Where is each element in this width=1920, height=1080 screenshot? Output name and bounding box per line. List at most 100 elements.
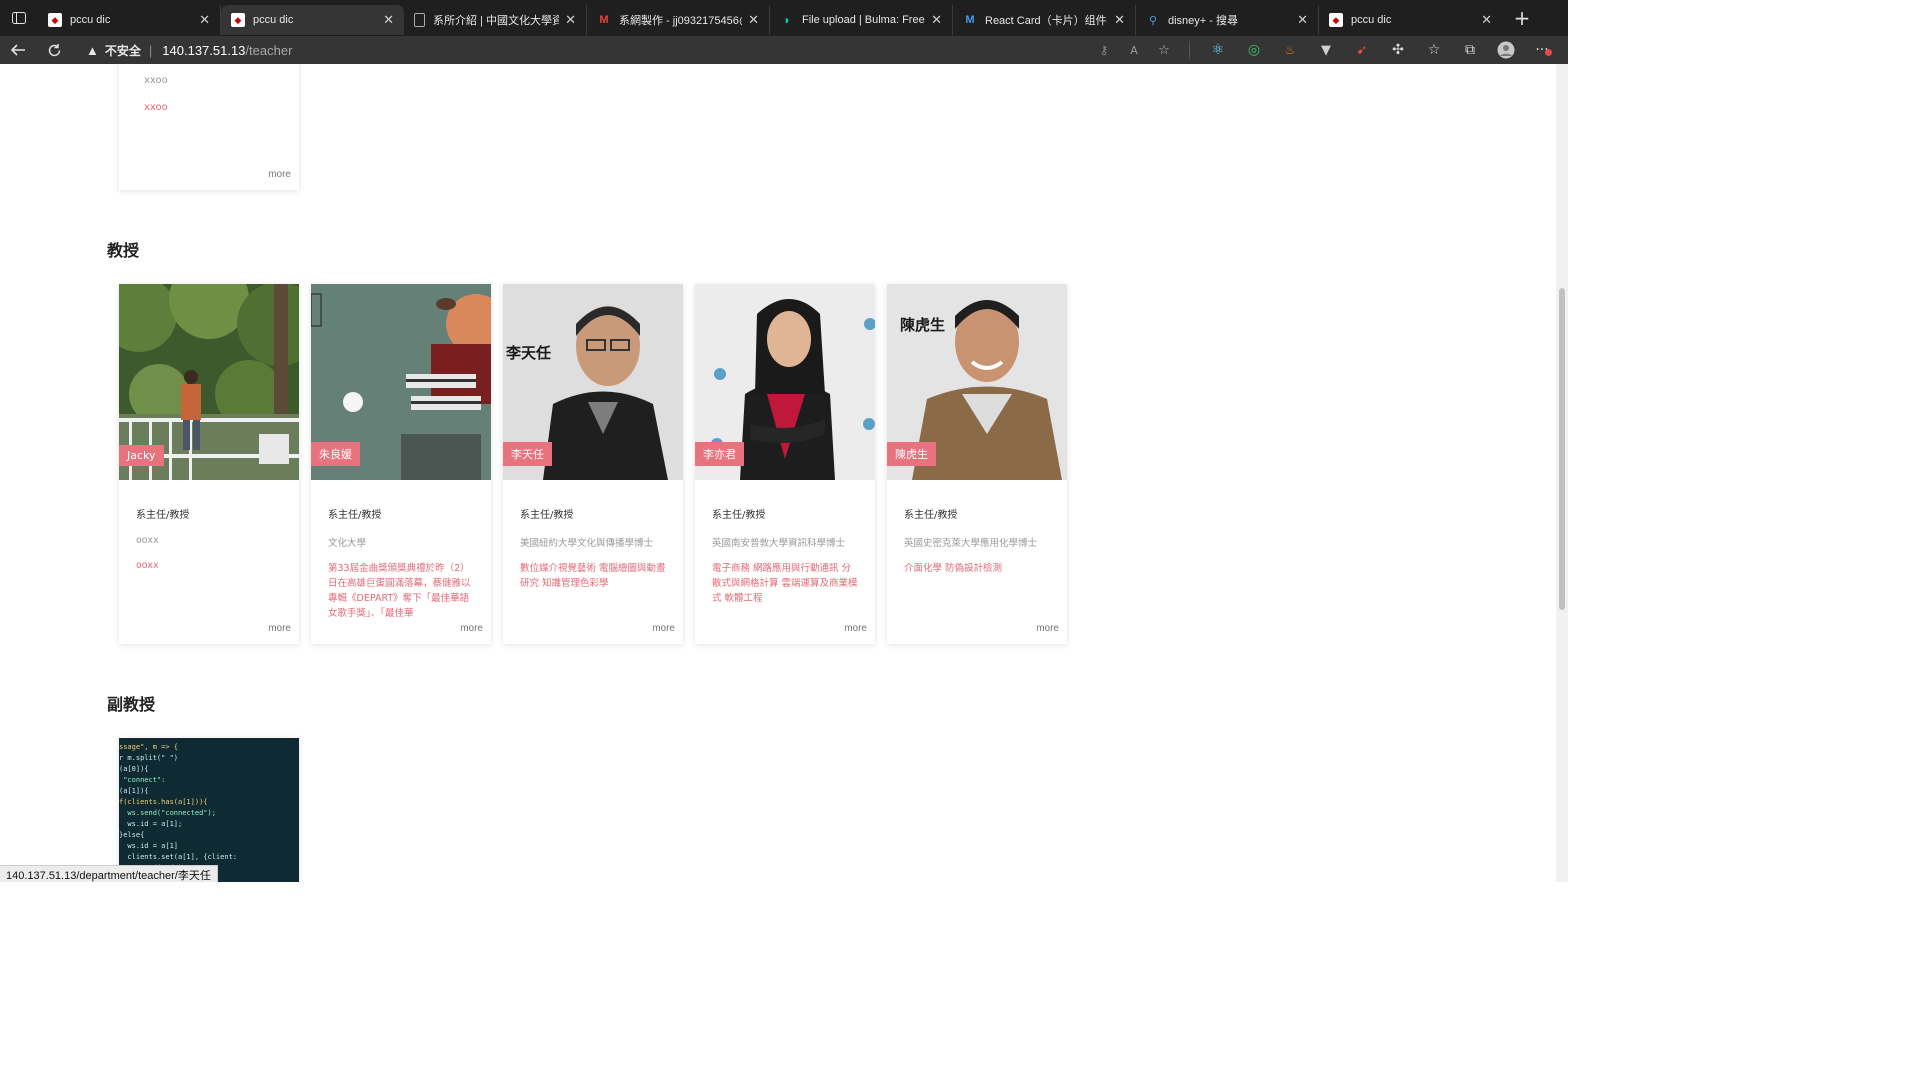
teacher-specialty: 電子商務 網路應用與行動通訊 分散式與網格計算 雲端運算及商業模式 軟體工程 [712,563,858,604]
teacher-edu: 英國史密克萊大學應用化學博士 [904,538,1038,549]
teacher-title: 系主任/教授 [520,510,574,521]
close-tab-icon[interactable]: ✕ [383,12,394,28]
teacher-card[interactable]: 陳虎生 陳虎生 系主任/教授 英國史密克萊大學應用化學博士 介面化學 防偽設計檢… [887,284,1067,644]
teacher-specialty: ooxx [136,560,159,571]
teacher-edu: 美國紐約大學文化與傳播學博士 [520,538,654,549]
sidebar-icon [12,12,26,24]
page-icon [414,13,425,27]
close-tab-icon[interactable]: ✕ [1481,12,1492,28]
tab-bulma[interactable]: ◗ File upload | Bulma: Free, op ✕ [770,5,953,35]
code-line: ws.id = a[1]; [119,820,183,828]
teacher-card[interactable]: 李亦君 系主任/教授 英國南安普敦大學資訊科學博士 電子商務 網路應用與行動通訊… [695,284,875,644]
teacher-name-tag: 李亦君 [695,442,744,466]
close-tab-icon[interactable]: ✕ [1297,12,1308,28]
extension-orange-button[interactable]: ♨ [1272,36,1308,64]
tab-gmail[interactable]: M 系網製作 - jj0932175456@gm ✕ [587,5,770,35]
url-separator: | [148,42,153,58]
react-devtools-button[interactable]: ⚛ [1200,36,1236,64]
key-button[interactable]: ⚷ [1089,36,1119,64]
close-tab-icon[interactable]: ✕ [1114,12,1125,28]
scrollbar-thumb[interactable] [1559,288,1565,610]
teacher-name-tag: 陳虎生 [887,442,936,466]
more-link[interactable]: more [460,623,483,634]
teacher-card[interactable]: 朱良媛 系主任/教授 文化大學 第33屆金曲獎頒獎典禮於昨（2）日在高雄巨蛋圓滿… [311,284,491,644]
tab-actions-button[interactable] [0,0,38,36]
favorites-button[interactable]: ☆ [1416,36,1452,64]
teacher-title: 系主任/教授 [712,510,766,521]
favorites-icon: ☆ [1427,42,1441,58]
section-heading-professors: 教授 [107,241,140,260]
teacher-card-top[interactable]: xxoo xxoo more [119,64,299,190]
reload-button[interactable] [36,36,72,64]
close-tab-icon[interactable]: ✕ [748,12,759,28]
close-tab-icon[interactable]: ✕ [565,12,576,28]
tab-pccu-active[interactable]: ◆ pccu dic ✕ [221,5,404,35]
teacher-edu: xxoo [144,75,168,86]
code-line: ws.send("connected"); [119,809,216,817]
url-host[interactable]: 140.137.51.13 [162,43,245,58]
more-link[interactable]: more [652,623,675,634]
swift-extension-button[interactable]: ➹ [1344,36,1380,64]
back-button[interactable] [0,36,36,64]
teacher-edu: ooxx [136,535,159,546]
tab-title: React Card（卡片）组件 - Mi [985,15,1108,27]
extension-green-button[interactable]: ◎ [1236,36,1272,64]
new-tab-button[interactable]: + [1508,6,1536,30]
code-line: }else{ [119,831,145,839]
page-content: xxoo xxoo more 教授 Jacky 系主任/教授 ooxx ooxx… [0,64,1556,882]
search-icon: ⚲ [1148,14,1158,27]
read-aloud-button[interactable]: A [1119,36,1149,64]
link-status-bar: 140.137.51.13/department/teacher/李天任 [0,865,218,882]
url-path[interactable]: /teacher [245,43,292,58]
close-tab-icon[interactable]: ✕ [199,12,210,28]
extensions-button[interactable]: ✣ [1380,36,1416,64]
insecure-label[interactable]: 不安全 [105,42,141,59]
warning-icon[interactable]: ▲ [86,43,99,58]
teacher-card[interactable]: 李天任 李天任 系主任/教授 美國紐約大學文化與傳播學博士 數位媒介視覺藝術 電… [503,284,683,644]
more-link[interactable]: more [844,623,867,634]
page-scrollbar[interactable] [1556,64,1568,882]
react-icon: ⚛ [1211,42,1225,58]
add-favorite-button[interactable]: ☆ [1149,36,1179,64]
gmail-icon: M [599,14,609,26]
tab-title: pccu dic [253,14,294,26]
vue-devtools-button[interactable]: ▼ [1308,36,1344,64]
collections-button[interactable]: ⧉ [1452,36,1488,64]
tab-search[interactable]: ⚲ disney+ - 搜尋 ✕ [1136,5,1319,35]
star-plus-icon: ☆ [1158,42,1170,58]
more-link[interactable]: more [268,623,291,634]
settings-more-button[interactable]: ··· [1524,36,1560,64]
notification-badge [1545,49,1552,56]
photo-caption: 陳虎生 [900,316,946,334]
code-line: ws.id = a[1] [119,842,179,850]
code-line: r m.split(" ") [119,754,179,762]
teacher-card[interactable]: ssage", m => { r m.split(" ") (a[0]){ "c… [119,738,299,882]
close-tab-icon[interactable]: ✕ [931,12,942,28]
teacher-title: 系主任/教授 [328,510,382,521]
flame-icon: ♨ [1284,43,1296,57]
code-line: clients.set(a[1], {client: [119,853,238,861]
teacher-photo: 陳虎生 陳虎生 [887,284,1067,480]
more-link[interactable]: more [1036,623,1059,634]
back-arrow-icon [10,44,25,56]
toolbar-icons: ⚷ A ☆ ⚛ ◎ ♨ ▼ ➹ ✣ ☆ ⧉ ··· [1089,36,1560,64]
tab-pccu-1[interactable]: ◆ pccu dic ✕ [38,5,221,35]
address-bar-row: ▲ 不安全 | 140.137.51.13/teacher ⚷ A ☆ ⚛ ◎ … [0,36,1568,64]
teacher-card[interactable]: Jacky 系主任/教授 ooxx ooxx more [119,284,299,644]
tab-mui[interactable]: M React Card（卡片）组件 - Mi ✕ [953,5,1136,35]
tab-bar: ◆ pccu dic ✕ ◆ pccu dic ✕ 系所介紹 | 中國文化大學資… [0,0,1568,36]
profile-button[interactable] [1488,36,1524,64]
tab-dept-intro[interactable]: 系所介紹 | 中國文化大學資訊傳 ✕ [404,5,587,35]
url-field[interactable]: ▲ 不安全 | 140.137.51.13/teacher [86,36,292,64]
pccu-favicon-icon: ◆ [48,13,62,27]
photo-caption: 李天任 [506,344,552,362]
mui-icon: M [965,14,975,26]
teacher-photo: Jacky [119,284,299,480]
code-line: (a[0]){ [119,765,149,773]
more-link[interactable]: more [268,169,291,180]
code-screenshot-image: ssage", m => { r m.split(" ") (a[0]){ "c… [119,738,299,882]
tab-title: 系所介紹 | 中國文化大學資訊傳 [433,15,560,27]
tab-pccu-2[interactable]: ◆ pccu dic ✕ [1319,5,1502,35]
target-icon: ◎ [1247,42,1261,58]
teacher-name-tag: 李天任 [503,442,552,466]
